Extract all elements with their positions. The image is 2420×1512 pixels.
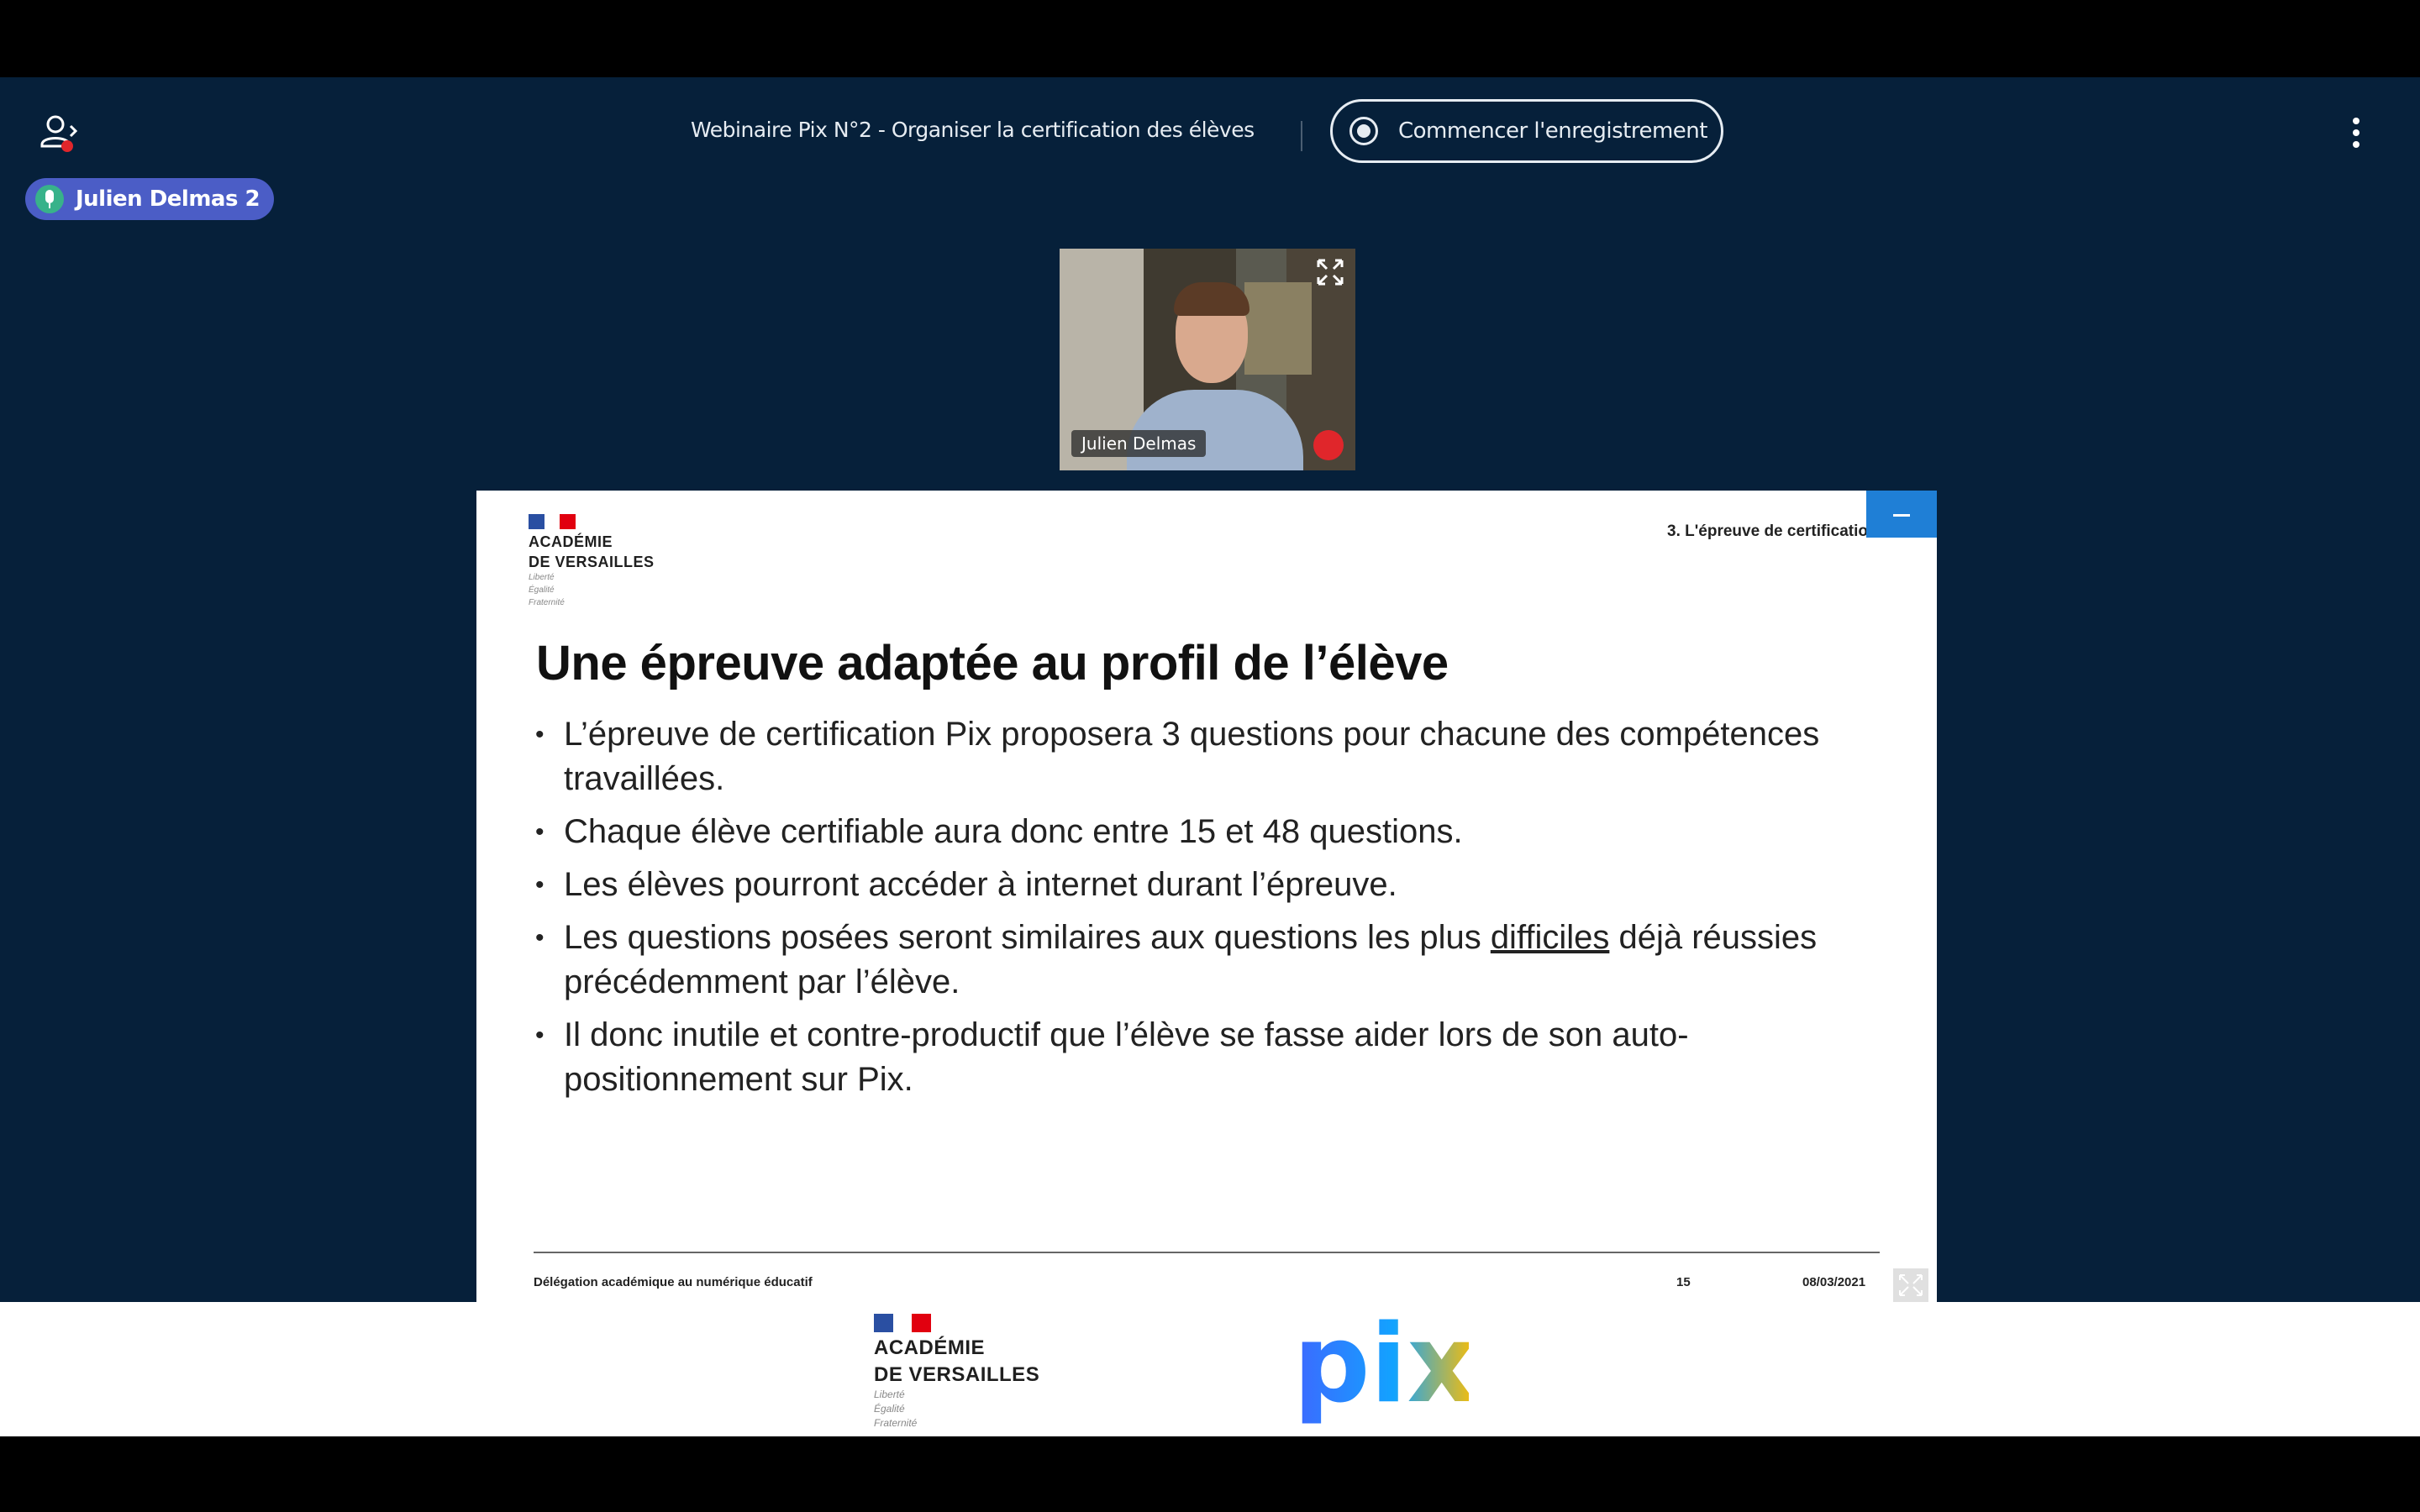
expand-icon[interactable] bbox=[1315, 257, 1345, 287]
more-vertical-icon[interactable] bbox=[2349, 114, 2363, 155]
svg-text:pix: pix bbox=[1301, 1302, 1469, 1427]
slide-bullets: L’épreuve de certification Pix proposera… bbox=[535, 712, 1829, 1110]
sponsor-banner: ACADÉMIE DE VERSAILLES Liberté Égalité F… bbox=[0, 1302, 2420, 1436]
pix-logo: pix bbox=[1301, 1302, 1469, 1427]
footer-page-number: 15 bbox=[1676, 1275, 1691, 1289]
academie-banner-logo: ACADÉMIE DE VERSAILLES Liberté Égalité F… bbox=[874, 1314, 1039, 1429]
academie-logo: ACADÉMIE DE VERSAILLES Liberté Égalité F… bbox=[529, 514, 655, 607]
presentation-slide: ACADÉMIE DE VERSAILLES Liberté Égalité F… bbox=[476, 491, 1937, 1302]
start-recording-button[interactable]: Commencer l'enregistrement bbox=[1330, 99, 1723, 163]
footer-divider bbox=[534, 1252, 1880, 1253]
topbar-divider bbox=[1301, 121, 1302, 151]
fullscreen-icon[interactable] bbox=[1893, 1268, 1928, 1302]
users-icon[interactable] bbox=[37, 111, 84, 158]
minimize-presentation-button[interactable] bbox=[1866, 491, 1937, 538]
active-speaker-badge: Julien Delmas 2 bbox=[25, 178, 274, 220]
video-participant-name: Julien Delmas bbox=[1071, 430, 1207, 457]
bullet-item: L’épreuve de certification Pix proposera… bbox=[535, 712, 1829, 801]
bullet-item: Les questions posées seront similaires a… bbox=[535, 916, 1829, 1005]
microphone-live-icon bbox=[1313, 430, 1344, 460]
active-speaker-name: Julien Delmas 2 bbox=[76, 186, 260, 212]
record-label: Commencer l'enregistrement bbox=[1398, 118, 1707, 144]
microphone-icon bbox=[35, 185, 64, 213]
bullet-item: Les élèves pourront accéder à internet d… bbox=[535, 863, 1829, 907]
webcam-video[interactable]: Julien Delmas bbox=[1060, 249, 1355, 470]
slide-section: 3. L'épreuve de certificatio bbox=[1667, 522, 1868, 540]
bullet-item: Chaque élève certifiable aura donc entre… bbox=[535, 810, 1829, 854]
footer-organisation: Délégation académique au numérique éduca… bbox=[534, 1275, 813, 1289]
footer-date: 08/03/2021 bbox=[1802, 1275, 1866, 1289]
bullet-item: Il donc inutile et contre-productif que … bbox=[535, 1013, 1829, 1102]
slide-title: Une épreuve adaptée au profil de l’élève bbox=[536, 636, 1449, 690]
record-icon bbox=[1349, 117, 1378, 145]
meeting-title: Webinaire Pix N°2 - Organiser la certifi… bbox=[691, 118, 1255, 142]
